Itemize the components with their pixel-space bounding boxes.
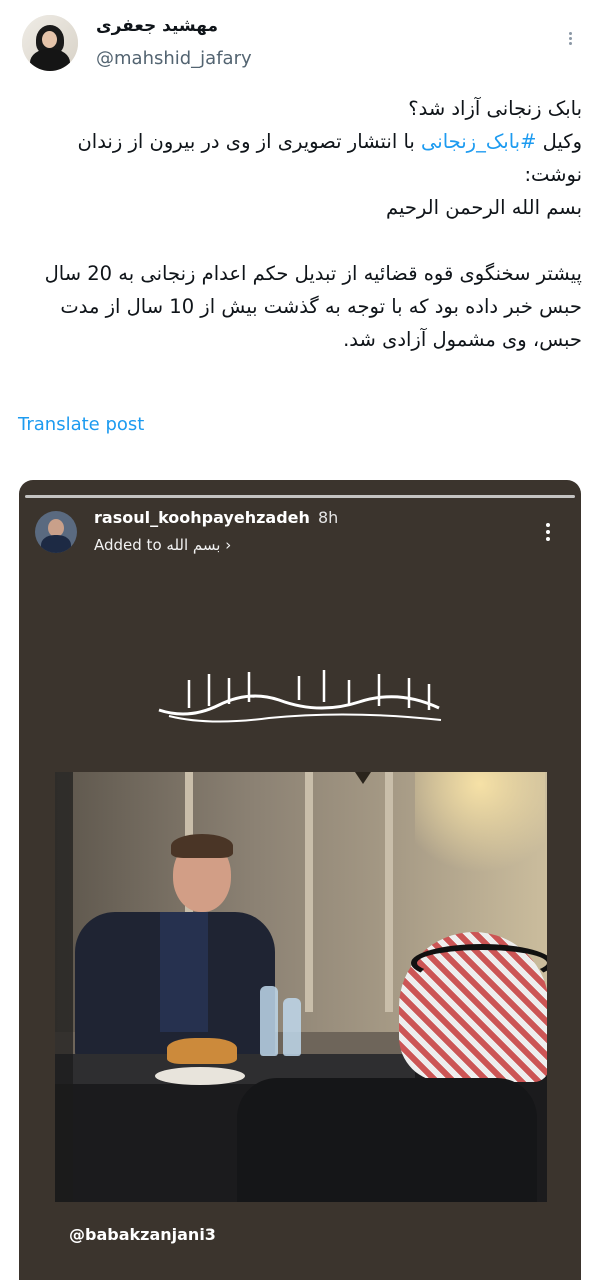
tweet-line: بابک زنجانی آزاد شد؟	[408, 97, 582, 120]
story-avatar	[35, 511, 77, 553]
attached-story-image[interactable]: rasoul_koohpayehzadeh 8h Added to بسم ال…	[19, 480, 581, 1280]
story-username: rasoul_koohpayehzadeh	[94, 508, 310, 527]
tweet-text-segment: وکیل	[536, 130, 582, 153]
tweet-line: بسم الله الرحمن الرحیم	[386, 196, 582, 219]
tweet-line: وکیل #بابک_زنجانی با انتشار تصویری از وی…	[18, 125, 582, 191]
chevron-right-icon: ›	[225, 536, 232, 554]
story-photo	[55, 772, 547, 1202]
story-time: 8h	[318, 508, 339, 527]
album-name: بسم الله	[166, 536, 221, 554]
author-display-name[interactable]: مهشید جعفری	[96, 16, 218, 36]
translate-post-link[interactable]: Translate post	[18, 414, 144, 435]
tweet-text: بابک زنجانی آزاد شد؟ وکیل #بابک_زنجانی ب…	[18, 92, 582, 356]
story-progress-bar	[25, 495, 575, 498]
story-more-icon	[543, 520, 553, 548]
story-watermark: @babakzanjani3	[69, 1225, 216, 1244]
story-added-to: Added to بسم الله ›	[94, 536, 231, 554]
author-handle[interactable]: @mahshid_jafary	[96, 48, 252, 69]
more-options-icon[interactable]	[560, 30, 580, 50]
tweet-line: پیشتر سخنگوی قوه قضائیه از تبدیل حکم اعد…	[44, 262, 582, 351]
added-to-label: Added to	[94, 536, 162, 554]
author-avatar[interactable]	[22, 15, 78, 71]
calligraphy-graphic	[158, 670, 442, 723]
hashtag-link[interactable]: #بابک_زنجانی	[421, 130, 536, 153]
tweet-header: مهشید جعفری @mahshid_jafary	[0, 0, 599, 90]
